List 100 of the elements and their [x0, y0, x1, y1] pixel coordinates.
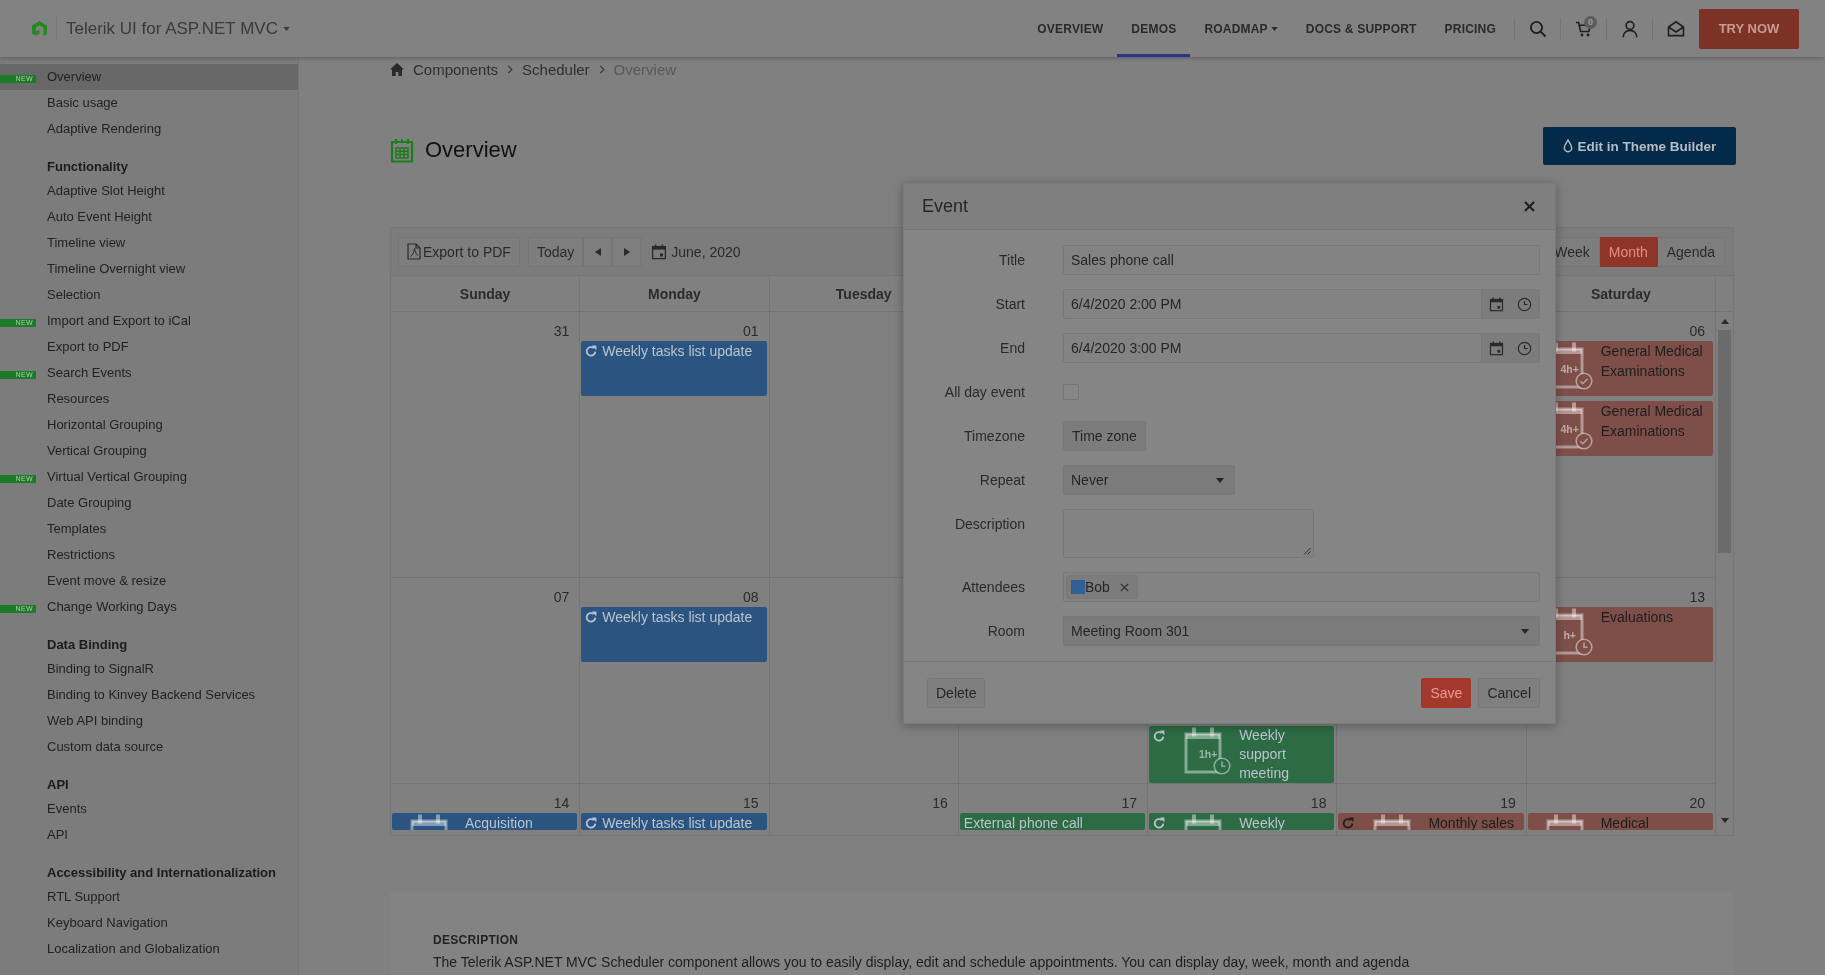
field-label: Timezone: [963, 427, 1025, 446]
sidebar-item[interactable]: Adaptive Rendering: [0, 116, 298, 142]
date-number: 15: [743, 794, 759, 813]
duration-label: 4h+: [1559, 362, 1580, 376]
search-icon[interactable]: [1528, 19, 1547, 38]
date-number: 16: [932, 794, 948, 813]
sidebar-item[interactable]: RTL Support: [0, 884, 298, 910]
droplet-icon: [1562, 139, 1573, 153]
resize-handle-icon[interactable]: [1303, 547, 1311, 555]
text-field[interactable]: Sales phone call: [1063, 245, 1540, 275]
sidebar-item[interactable]: Timeline view: [0, 230, 298, 256]
check-circle-icon: [1574, 372, 1593, 390]
dialog-button[interactable]: Cancel: [1478, 678, 1540, 708]
sidebar-item[interactable]: API: [0, 822, 298, 848]
caret-icon: [1270, 26, 1278, 31]
calendar-icon[interactable]: [1488, 340, 1504, 356]
close-icon[interactable]: [1119, 582, 1129, 592]
calendar-event[interactable]: External phone call: [959, 813, 1146, 830]
field-label: End: [999, 339, 1025, 358]
home-icon[interactable]: [390, 62, 404, 76]
sidebar-item[interactable]: Basic usage: [0, 90, 298, 116]
sidebar-item[interactable]: Adaptive Slot Height: [0, 178, 298, 204]
sidebar-item[interactable]: Restrictions: [0, 542, 298, 568]
sidebar-item[interactable]: Keyboard Navigation: [0, 910, 298, 936]
sidebar-item[interactable]: Vertical Grouping: [0, 438, 298, 464]
date-number: 17: [1121, 794, 1138, 813]
clock-icon[interactable]: [1517, 296, 1533, 312]
event-title: Evaluations: [1600, 608, 1675, 627]
sidebar-item[interactable]: Web API binding: [0, 708, 298, 734]
event-title: Weekly tasks list update: [602, 342, 754, 361]
sidebar-item[interactable]: Horizontal Grouping: [0, 412, 298, 438]
field-label: Description: [953, 515, 1025, 534]
triangle-right-icon: [623, 247, 630, 256]
close-icon[interactable]: [1524, 201, 1535, 212]
field-label: Attendees: [960, 578, 1025, 597]
page-title: Overview: [425, 136, 517, 164]
description-field[interactable]: [1063, 509, 1314, 558]
export-pdf-button[interactable]: Export to PDF: [398, 236, 520, 267]
sidebar-item[interactable]: Custom data source: [0, 734, 298, 760]
calendar-event[interactable]: Medical: [1527, 813, 1713, 830]
sidebar-item[interactable]: Selection: [0, 282, 298, 308]
sidebar-item[interactable]: Auto Event Height: [0, 204, 298, 230]
sidebar-item[interactable]: Binding to Kinvey Backend Services: [0, 682, 298, 708]
nav-link[interactable]: DEMOS: [1117, 0, 1191, 57]
sidebar-item[interactable]: Event move & resize: [0, 568, 298, 594]
calendar-event[interactable]: Weekly tasks list update: [581, 607, 767, 662]
calendar-event[interactable]: Weekly: [1149, 813, 1335, 830]
sidebar-item[interactable]: Localization and Globalization: [0, 936, 298, 962]
envelope-icon[interactable]: [1666, 19, 1685, 38]
triangle-up-icon[interactable]: [1720, 319, 1729, 324]
attendees-field[interactable]: Bob: [1063, 572, 1540, 602]
nav-link[interactable]: OVERVIEW: [1023, 0, 1118, 57]
product-menu[interactable]: Telerik UI for ASP.NET MVC: [66, 18, 290, 39]
sidebar-heading: API: [46, 776, 70, 794]
dropdown[interactable]: Never: [1063, 465, 1235, 495]
check-circle-icon: [1574, 432, 1593, 450]
chevron-right-icon: [507, 64, 514, 74]
timezone-button[interactable]: Time zone: [1063, 421, 1146, 451]
user-icon[interactable]: [1620, 19, 1639, 38]
try-now-button[interactable]: TRY NOW: [1699, 8, 1799, 49]
calendar-event[interactable]: Weekly tasks list update: [581, 813, 767, 830]
datetime-field[interactable]: 6/4/2020 3:00 PM: [1063, 333, 1540, 363]
primary-button[interactable]: Save: [1421, 678, 1472, 708]
sidebar-item[interactable]: Date Grouping: [0, 490, 298, 516]
calendar-event[interactable]: Monthly sales: [1338, 813, 1524, 830]
breadcrumb-link[interactable]: Components: [413, 60, 499, 78]
calendar-event[interactable]: 1h+ Weekly support meeting: [1149, 726, 1335, 783]
today-button[interactable]: Today: [527, 236, 584, 267]
sidebar-item[interactable]: Export to PDF: [0, 334, 298, 360]
cart-icon[interactable]: [1574, 19, 1593, 38]
sidebar-item[interactable]: Events: [0, 796, 298, 822]
attendee-tag[interactable]: Bob: [1066, 575, 1138, 599]
dialog-button[interactable]: Delete: [927, 678, 986, 708]
clock-icon[interactable]: [1517, 340, 1533, 356]
caret-icon: [1521, 628, 1529, 634]
previous-button[interactable]: [583, 236, 613, 267]
nav-link[interactable]: PRICING: [1430, 0, 1510, 57]
theme-builder-button[interactable]: Edit in Theme Builder: [1543, 127, 1736, 165]
date-picker-button[interactable]: June, 2020: [651, 243, 741, 260]
nav-link[interactable]: ROADMAP: [1190, 0, 1292, 57]
circular-arrow-icon: [585, 611, 598, 623]
field-label: Title: [998, 251, 1025, 270]
sidebar-item[interactable]: Resources: [0, 386, 298, 412]
dropdown[interactable]: Meeting Room 301: [1063, 616, 1540, 646]
sidebar-item[interactable]: Templates: [0, 516, 298, 542]
next-button[interactable]: [612, 236, 642, 267]
day-header: Tuesday: [835, 285, 892, 302]
datetime-field[interactable]: 6/4/2020 2:00 PM: [1063, 289, 1540, 319]
breadcrumb-link[interactable]: Scheduler: [522, 60, 590, 78]
view-tab[interactable]: Month: [1599, 236, 1658, 267]
sidebar-item[interactable]: Timeline Overnight view: [0, 256, 298, 282]
triangle-down-icon[interactable]: [1720, 818, 1729, 823]
sidebar-item[interactable]: Binding to SignalR: [0, 656, 298, 682]
view-tab[interactable]: Agenda: [1657, 236, 1725, 267]
calendar-icon[interactable]: [1488, 296, 1504, 312]
date-number: 14: [553, 794, 570, 813]
section-heading: DESCRIPTION: [433, 932, 520, 948]
calendar-event[interactable]: Weekly tasks list update: [581, 341, 767, 396]
nav-link[interactable]: DOCS & SUPPORT: [1291, 0, 1431, 57]
calendar-event[interactable]: Acquisition: [392, 813, 578, 830]
